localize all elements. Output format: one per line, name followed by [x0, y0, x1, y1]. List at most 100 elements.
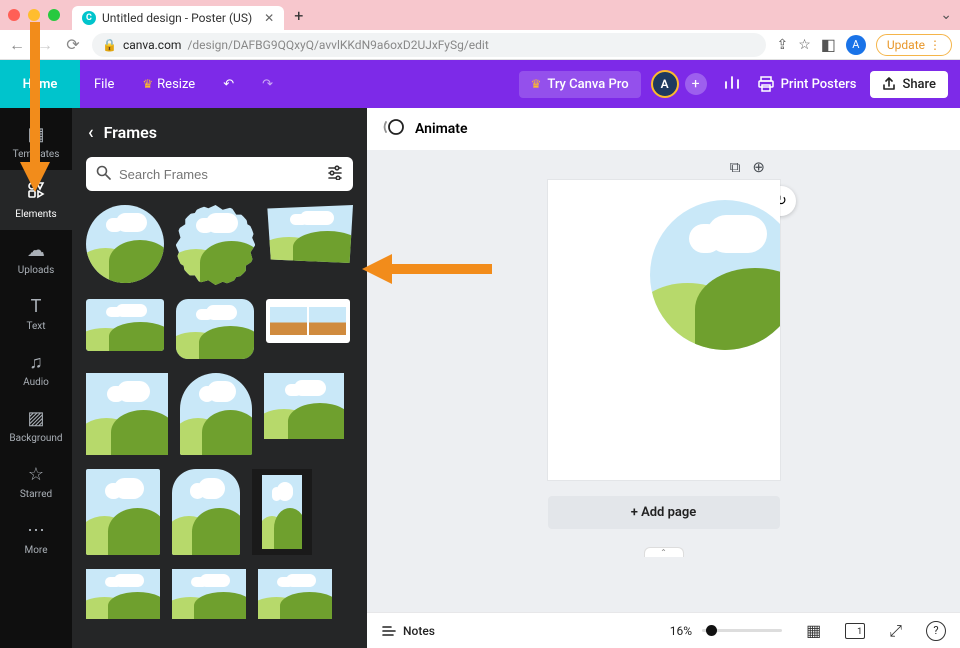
templates-icon: ▦	[27, 124, 44, 145]
undo-button[interactable]: ↶	[209, 77, 248, 92]
frame-circle[interactable]	[86, 205, 164, 283]
help-button[interactable]: ?	[926, 621, 946, 641]
rail-starred[interactable]: ☆Starred	[0, 454, 72, 510]
frame-skewed[interactable]	[267, 205, 353, 263]
left-rail: ▦Templates Elements ☁Uploads TText ♫Audi…	[0, 108, 72, 648]
browser-profile-avatar[interactable]: A	[846, 35, 866, 55]
notes-button[interactable]: Notes	[381, 623, 435, 639]
canvas-area: Animate ⧉ ⊕ ↻ + Add page ⌃ Notes 16%	[367, 108, 960, 648]
rail-audio[interactable]: ♫Audio	[0, 342, 72, 398]
minimize-window-icon[interactable]	[28, 9, 40, 21]
star-icon: ☆	[28, 464, 44, 485]
close-tab-icon[interactable]: ✕	[264, 11, 274, 25]
frame-rect-rounded[interactable]	[176, 299, 254, 359]
frame-film-double[interactable]	[266, 299, 350, 343]
audio-icon: ♫	[29, 352, 43, 373]
browser-titlebar: C Untitled design - Poster (US) ✕ + ⌄	[0, 0, 960, 30]
frame-scalloped[interactable]	[176, 205, 256, 285]
url-domain: canva.com	[123, 38, 182, 52]
frame-rect-wide[interactable]	[264, 373, 344, 439]
crown-icon: ♛	[142, 77, 153, 91]
rail-templates[interactable]: ▦Templates	[0, 114, 72, 170]
more-icon: ⋯	[27, 520, 45, 541]
browser-update-button[interactable]: Update⋮	[876, 34, 952, 56]
animate-icon	[383, 116, 405, 142]
editor-stage[interactable]: ⧉ ⊕ ↻ + Add page ⌃	[367, 150, 960, 612]
zoom-slider[interactable]	[702, 629, 782, 632]
redo-button[interactable]: ↷	[248, 77, 287, 92]
side-panel-icon[interactable]: ◧	[821, 35, 836, 54]
analytics-icon[interactable]	[723, 73, 741, 96]
bookmark-icon[interactable]: ☆	[798, 37, 811, 53]
reload-button[interactable]: ⟳	[64, 35, 82, 54]
frames-search-input[interactable]	[119, 167, 319, 182]
notes-icon	[381, 623, 397, 639]
pages-drawer-handle[interactable]: ⌃	[644, 547, 684, 557]
bottom-bar: Notes 16% ▦ 1 ⤢ ?	[367, 612, 960, 648]
document-toolbar: Animate	[367, 108, 960, 150]
resize-button[interactable]: ♛Resize	[128, 77, 209, 92]
placed-frame[interactable]	[650, 200, 780, 350]
add-collaborator-button[interactable]: +	[685, 73, 707, 95]
frame-portrait[interactable]	[86, 469, 160, 555]
frames-search[interactable]	[86, 157, 353, 191]
share-button[interactable]: Share	[870, 71, 948, 98]
back-button[interactable]: ←	[8, 35, 26, 55]
user-avatar[interactable]: A	[651, 70, 679, 98]
canva-favicon: C	[82, 11, 96, 25]
frame-portrait-arch[interactable]	[172, 469, 240, 555]
try-pro-button[interactable]: ♛Try Canva Pro	[519, 71, 641, 98]
rail-elements[interactable]: Elements	[0, 170, 72, 230]
search-icon	[96, 165, 111, 184]
file-menu[interactable]: File	[80, 77, 128, 92]
redo-icon: ↷	[262, 77, 273, 92]
frame-film-vertical[interactable]	[252, 469, 312, 555]
frame-portrait-2[interactable]	[86, 569, 160, 619]
back-icon[interactable]: ‹	[88, 122, 94, 143]
add-page-icon[interactable]: ⊕	[752, 158, 765, 176]
install-app-icon[interactable]: ⇪	[776, 37, 788, 53]
rail-uploads[interactable]: ☁Uploads	[0, 230, 72, 286]
browser-addressbar: ← → ⟳ 🔒 canva.com/design/DAFBG9QQxyQ/avv…	[0, 30, 960, 60]
close-window-icon[interactable]	[8, 9, 20, 21]
share-icon	[882, 77, 896, 91]
grid-view-icon[interactable]: ▦	[806, 621, 821, 640]
page-indicator[interactable]: 1	[845, 623, 865, 639]
animate-button[interactable]: Animate	[415, 121, 468, 137]
uploads-icon: ☁	[27, 240, 45, 261]
rail-more[interactable]: ⋯More	[0, 510, 72, 566]
add-page-button[interactable]: + Add page	[548, 496, 780, 529]
app-topbar: Home File ♛Resize ↶ ↷ ♛Try Canva Pro A +…	[0, 60, 960, 108]
forward-button: →	[36, 35, 54, 55]
frame-square[interactable]	[86, 373, 168, 455]
zoom-label: 16%	[670, 624, 692, 638]
maximize-window-icon[interactable]	[48, 9, 60, 21]
crown-icon: ♛	[531, 77, 542, 91]
url-path: /design/DAFBG9QQxyQ/avvlKKdN9a6oxD2UJxFy…	[187, 38, 488, 52]
frame-rect-small[interactable]	[86, 299, 164, 351]
lock-icon: 🔒	[102, 38, 117, 52]
frame-portrait-4[interactable]	[258, 569, 332, 619]
frames-panel: ‹ Frames	[72, 108, 367, 648]
kebab-icon: ⋮	[929, 38, 941, 52]
printer-icon	[757, 75, 775, 93]
home-button[interactable]: Home	[0, 77, 80, 92]
print-posters-button[interactable]: Print Posters	[757, 75, 857, 93]
duplicate-page-icon[interactable]: ⧉	[730, 158, 741, 176]
rail-text[interactable]: TText	[0, 286, 72, 342]
frame-portrait-3[interactable]	[172, 569, 246, 619]
fullscreen-icon[interactable]: ⤢	[889, 621, 902, 641]
rail-background[interactable]: ▨Background	[0, 398, 72, 454]
browser-tab[interactable]: C Untitled design - Poster (US) ✕	[72, 6, 284, 30]
workspace: ▦Templates Elements ☁Uploads TText ♫Audi…	[0, 108, 960, 648]
tab-overflow-icon[interactable]: ⌄	[940, 7, 952, 23]
frame-arch[interactable]	[180, 373, 252, 455]
undo-icon: ↶	[223, 77, 234, 92]
background-icon: ▨	[27, 408, 44, 429]
text-icon: T	[31, 296, 42, 317]
window-controls	[8, 9, 60, 21]
filter-icon[interactable]	[327, 164, 343, 184]
url-field[interactable]: 🔒 canva.com/design/DAFBG9QQxyQ/avvlKKdN9…	[92, 33, 766, 57]
design-page[interactable]	[548, 180, 780, 480]
new-tab-button[interactable]: +	[294, 6, 303, 25]
